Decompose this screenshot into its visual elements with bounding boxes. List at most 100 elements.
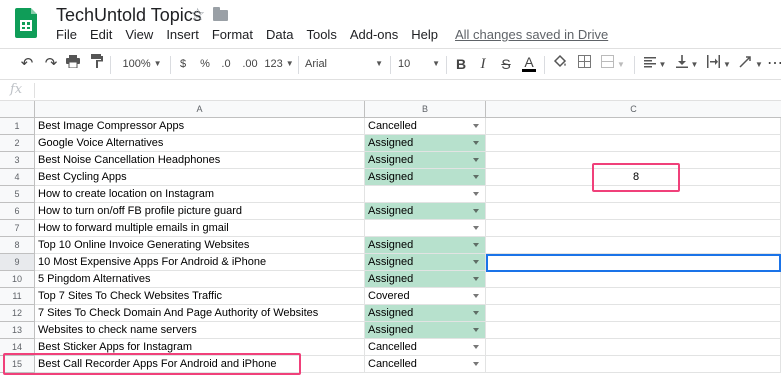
cell-topic[interactable]: Best Image Compressor Apps: [35, 118, 365, 135]
star-icon[interactable]: ☆: [190, 5, 205, 25]
undo-icon[interactable]: ↶: [18, 54, 36, 74]
more-icon[interactable]: ⋯: [767, 54, 781, 74]
dropdown-arrow-icon[interactable]: [473, 277, 479, 281]
menu-addons[interactable]: Add-ons: [350, 27, 398, 42]
menu-tools[interactable]: Tools: [306, 27, 336, 42]
font-size-select[interactable]: 10 ▼: [398, 54, 442, 74]
dropdown-arrow-icon[interactable]: [473, 345, 479, 349]
save-status-link[interactable]: All changes saved in Drive: [455, 27, 608, 42]
dropdown-arrow-icon[interactable]: [473, 260, 479, 264]
row-number[interactable]: 5: [0, 186, 35, 203]
cell-status-dropdown[interactable]: Cancelled: [365, 356, 486, 373]
italic-button[interactable]: I: [477, 54, 489, 74]
dropdown-arrow-icon[interactable]: [473, 209, 479, 213]
cell-c[interactable]: [486, 135, 781, 152]
cell-c[interactable]: [486, 288, 781, 305]
folder-icon[interactable]: [213, 7, 228, 21]
cell-status-dropdown[interactable]: Assigned: [365, 254, 486, 271]
row-number[interactable]: 2: [0, 135, 35, 152]
increase-decimal-button[interactable]: .00: [240, 54, 260, 74]
redo-icon[interactable]: ↷: [42, 54, 60, 74]
cell-topic[interactable]: Top 10 Online Invoice Generating Website…: [35, 237, 365, 254]
borders-icon[interactable]: [576, 54, 592, 74]
text-color-button[interactable]: A: [522, 54, 536, 72]
row-number[interactable]: 3: [0, 152, 35, 169]
cell-status-dropdown[interactable]: Assigned: [365, 305, 486, 322]
cell-topic[interactable]: 10 Most Expensive Apps For Android & iPh…: [35, 254, 365, 271]
percent-button[interactable]: %: [198, 54, 212, 74]
cell-topic[interactable]: How to turn on/off FB profile picture gu…: [35, 203, 365, 220]
cell-c[interactable]: [486, 322, 781, 339]
row-number[interactable]: 8: [0, 237, 35, 254]
dropdown-arrow-icon[interactable]: [473, 362, 479, 366]
column-header-c[interactable]: C: [486, 101, 781, 118]
merge-cells-icon[interactable]: ▼: [600, 54, 626, 74]
cell-c[interactable]: [486, 271, 781, 288]
horizontal-align-icon[interactable]: ▼: [642, 54, 668, 74]
cell-status-dropdown[interactable]: [365, 220, 486, 237]
row-number[interactable]: 13: [0, 322, 35, 339]
cell-topic[interactable]: 7 Sites To Check Domain And Page Authori…: [35, 305, 365, 322]
cell-topic[interactable]: How to create location on Instagram: [35, 186, 365, 203]
row-number[interactable]: 9: [0, 254, 35, 271]
print-icon[interactable]: [64, 54, 82, 74]
cell-topic[interactable]: Google Voice Alternatives: [35, 135, 365, 152]
cell-c4-highlight[interactable]: 8: [592, 163, 680, 192]
font-family-select[interactable]: Arial ▼: [305, 54, 385, 74]
row-number[interactable]: 1: [0, 118, 35, 135]
menu-edit[interactable]: Edit: [90, 27, 112, 42]
cell-status-dropdown[interactable]: Assigned: [365, 135, 486, 152]
text-rotation-icon[interactable]: ▼: [738, 54, 764, 74]
row-number[interactable]: 10: [0, 271, 35, 288]
cell-status-dropdown[interactable]: Assigned: [365, 322, 486, 339]
paint-format-icon[interactable]: [88, 54, 106, 74]
cell-status-dropdown[interactable]: Assigned: [365, 271, 486, 288]
cell-status-dropdown[interactable]: Cancelled: [365, 339, 486, 356]
dropdown-arrow-icon[interactable]: [473, 226, 479, 230]
vertical-align-icon[interactable]: ▼: [674, 54, 700, 74]
active-cell-c9[interactable]: [486, 254, 781, 272]
row-number[interactable]: 11: [0, 288, 35, 305]
dropdown-arrow-icon[interactable]: [473, 175, 479, 179]
dropdown-arrow-icon[interactable]: [473, 243, 479, 247]
dropdown-arrow-icon[interactable]: [473, 141, 479, 145]
cell-c[interactable]: [486, 305, 781, 322]
dropdown-arrow-icon[interactable]: [473, 328, 479, 332]
menu-view[interactable]: View: [125, 27, 153, 42]
sheets-logo-icon[interactable]: [15, 8, 37, 38]
menu-help[interactable]: Help: [411, 27, 438, 42]
currency-button[interactable]: $: [177, 54, 189, 74]
column-header-b[interactable]: B: [365, 101, 486, 118]
cell-topic[interactable]: Top 7 Sites To Check Websites Traffic: [35, 288, 365, 305]
cell-status-dropdown[interactable]: Assigned: [365, 203, 486, 220]
row-number[interactable]: 12: [0, 305, 35, 322]
strikethrough-button[interactable]: S: [499, 54, 513, 74]
cell-topic[interactable]: Best Noise Cancellation Headphones: [35, 152, 365, 169]
cell-status-dropdown[interactable]: Cancelled: [365, 118, 486, 135]
select-all-corner[interactable]: [0, 101, 35, 118]
cell-topic[interactable]: Best Cycling Apps: [35, 169, 365, 186]
row-number[interactable]: 7: [0, 220, 35, 237]
bold-button[interactable]: B: [454, 54, 468, 74]
cell-status-dropdown[interactable]: Assigned: [365, 152, 486, 169]
menu-data[interactable]: Data: [266, 27, 293, 42]
cell-c[interactable]: [486, 339, 781, 356]
cell-status-dropdown[interactable]: [365, 186, 486, 203]
document-title[interactable]: TechUntold Topics: [56, 5, 202, 26]
zoom-select[interactable]: 100% ▼: [118, 54, 166, 74]
column-header-a[interactable]: A: [35, 101, 365, 118]
decrease-decimal-button[interactable]: .0: [218, 54, 234, 74]
cell-topic[interactable]: 5 Pingdom Alternatives: [35, 271, 365, 288]
row-number[interactable]: 4: [0, 169, 35, 186]
cell-c[interactable]: [486, 237, 781, 254]
dropdown-arrow-icon[interactable]: [473, 158, 479, 162]
text-wrapping-icon[interactable]: ▼: [706, 54, 732, 74]
cell-topic[interactable]: How to forward multiple emails in gmail: [35, 220, 365, 237]
cell-c[interactable]: [486, 356, 781, 373]
fill-color-icon[interactable]: [552, 54, 568, 74]
menu-insert[interactable]: Insert: [166, 27, 199, 42]
more-formats-select[interactable]: 123 ▼: [264, 54, 294, 74]
dropdown-arrow-icon[interactable]: [473, 124, 479, 128]
dropdown-arrow-icon[interactable]: [473, 311, 479, 315]
dropdown-arrow-icon[interactable]: [473, 294, 479, 298]
